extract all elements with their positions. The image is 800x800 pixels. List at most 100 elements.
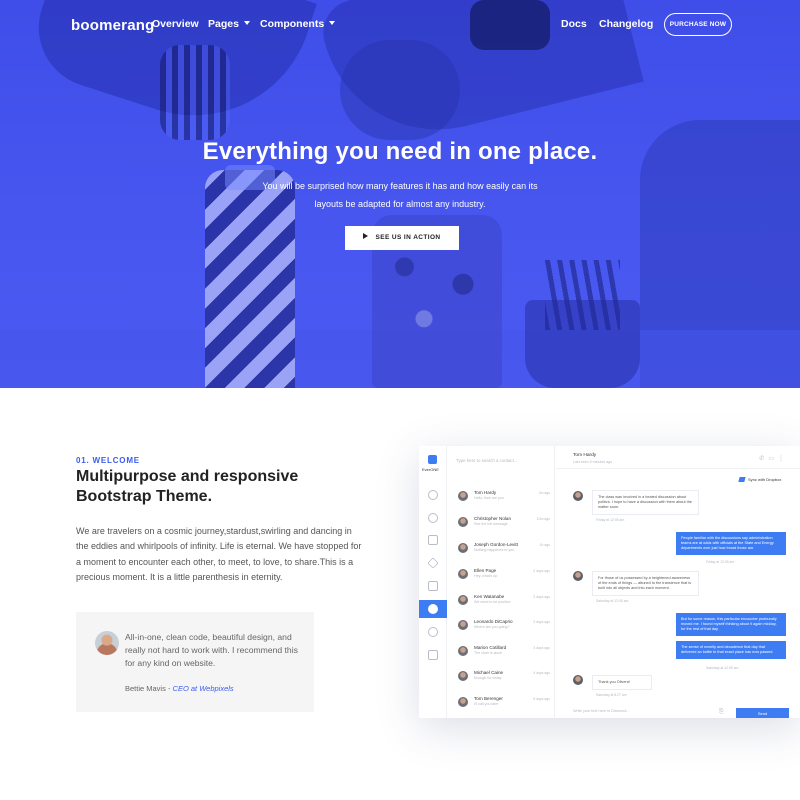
lock-icon[interactable] — [428, 535, 438, 545]
send-button[interactable]: Send — [736, 708, 789, 718]
avatar — [458, 697, 468, 707]
testimonial-quote: All-in-one, clean code, beautiful design… — [125, 632, 298, 668]
avatar — [458, 543, 468, 553]
contact-time: 2 days ago — [533, 595, 550, 599]
purchase-now-button[interactable]: PURCHASE NOW — [664, 13, 732, 36]
testimonial-author: Bettie Mavis - CEO at Webpixels — [125, 684, 234, 693]
attachment-icon[interactable]: ⎘ — [719, 709, 724, 716]
home-icon[interactable] — [428, 490, 438, 500]
contact-name: Tom Berenger — [474, 696, 503, 701]
contact-time: 2 days ago — [533, 569, 550, 573]
contact-name: Marion Cotillard — [474, 645, 507, 650]
contact-name: Ken Watanabe — [474, 594, 505, 599]
message-incoming: The class was involved in a heated discu… — [592, 490, 699, 515]
avatar — [458, 620, 468, 630]
hero-subtitle-line: layouts be adapted for almost any indust… — [314, 199, 486, 209]
nav-overview[interactable]: Overview — [152, 18, 199, 30]
contact-time: 1h ago — [539, 543, 550, 547]
contact-name: Christopher Nolan — [474, 516, 512, 521]
hero-photo-fist-bump — [340, 40, 460, 140]
list-item[interactable]: Joseph Gordon-Levitt Nothing happened to … — [456, 540, 552, 560]
cta-label: SEE US IN ACTION — [375, 234, 441, 241]
message-outgoing: But for some reason, this particular enc… — [676, 613, 786, 636]
contact-preview: Where are you going? — [474, 625, 510, 629]
message-incoming: Thank you Olivera! — [592, 675, 652, 690]
avatar — [458, 595, 468, 605]
contact-search-input[interactable]: Type here to search a contact... — [456, 458, 518, 463]
list-item[interactable]: Christopher Nolan See the full message 10m… — [456, 514, 552, 534]
hero-title: Everything you need in one place. — [202, 138, 598, 165]
avatar — [573, 675, 583, 685]
brand-icon — [428, 455, 437, 464]
avatar — [458, 517, 468, 527]
message-input[interactable]: Write your text here in Diamond... — [573, 709, 629, 713]
avatar — [95, 631, 119, 655]
message-time: Saturday at 12:05 am — [596, 599, 629, 603]
list-item[interactable]: Leonardo DiCaprio Where are you going? 2 d… — [456, 617, 552, 637]
section-eyebrow: 01. WELCOME — [76, 456, 140, 465]
list-item[interactable]: Ellen Page Hey, what's up 2 days ago — [456, 566, 552, 586]
section-title: Multipurpose and responsive Bootstrap Th… — [76, 468, 299, 505]
phone-icon[interactable]: ✆ — [759, 456, 768, 462]
avatar — [458, 491, 468, 501]
contact-name: Michael Caine — [474, 670, 504, 675]
avatar — [573, 571, 583, 581]
calendar-icon[interactable] — [428, 581, 438, 591]
chat-icon — [428, 604, 438, 614]
nav-pages-label: Pages — [208, 18, 239, 30]
avatar — [458, 569, 468, 579]
nav-docs[interactable]: Docs — [561, 18, 587, 30]
more-icon[interactable]: ⋮ — [778, 456, 788, 462]
contact-name: Joseph Gordon-Levitt — [474, 542, 518, 547]
contact-time: 5 days ago — [533, 697, 550, 701]
avatar — [458, 646, 468, 656]
author-separator: - — [165, 684, 173, 693]
video-icon[interactable]: ▭ — [768, 456, 778, 462]
dropbox-icon — [738, 477, 746, 482]
contact-time: 3 days ago — [533, 646, 550, 650]
play-icon — [363, 233, 369, 239]
section-body: We are travelers on a cosmic journey,sta… — [76, 526, 362, 582]
message-outgoing: The sense of novelty and decadence that … — [676, 641, 786, 659]
list-item[interactable]: Tom Hardy Hello, how are you 2m ago — [456, 488, 552, 508]
message-incoming: For those of us possessed by a heightene… — [592, 571, 699, 596]
author-role-link[interactable]: CEO at Webpixels — [173, 684, 234, 693]
contact-name: Ellen Page — [474, 568, 497, 573]
chat-panel: Tom Hardy Last seen 5 minutes ago ✆▭⋮ Sy… — [556, 446, 800, 718]
contact-preview: See the full message — [474, 522, 508, 526]
sync-dropbox-button[interactable]: Sync with Dropbox — [738, 477, 782, 482]
hero-subtitle: You will be surprised how many features … — [250, 177, 550, 213]
chat-nav-active[interactable] — [419, 600, 447, 618]
settings-icon[interactable] — [428, 513, 438, 523]
star-icon[interactable] — [427, 557, 439, 569]
list-item[interactable]: Michael Caine Enough for today 4 days ago — [456, 668, 552, 688]
download-icon[interactable] — [428, 650, 438, 660]
chat-header-name: Tom Hardy — [573, 453, 597, 458]
hero-photo-bracelets — [160, 45, 230, 140]
list-item[interactable]: Marion Cotillard The chair is stuck 3 days… — [456, 643, 552, 663]
nav-components[interactable]: Components — [260, 18, 336, 30]
contact-time: 2 days ago — [533, 620, 550, 624]
see-us-in-action-button[interactable]: SEE US IN ACTION — [345, 226, 459, 250]
message-time: Friday at 12:05 am — [596, 518, 625, 522]
contact-preview: I'll call you later — [474, 702, 499, 706]
contact-preview: Hey, what's up — [474, 574, 498, 578]
chart-icon[interactable] — [428, 627, 438, 637]
mockup-sidebar: EverONE — [419, 446, 447, 718]
message-time: Saturday at 12:05 am — [706, 666, 739, 670]
list-item[interactable]: Tom Berenger I'll call you later 5 days ag… — [456, 694, 552, 714]
sync-dropbox-label: Sync with Dropbox — [748, 477, 782, 482]
mockup-brand: EverONE — [422, 467, 439, 472]
nav-pages[interactable]: Pages — [208, 18, 250, 30]
list-item[interactable]: Ken Watanabe We need to be positive 2 days… — [456, 592, 552, 612]
contact-preview: Hello, how are you — [474, 496, 504, 500]
contact-time: 4 days ago — [533, 671, 550, 675]
author-name: Bettie Mavis — [125, 684, 166, 693]
chat-header-status: Last seen 5 minutes ago — [573, 460, 613, 464]
hero-photo-cup — [525, 300, 640, 388]
hero-subtitle-line: You will be surprised how many features … — [262, 181, 538, 191]
brand-logo[interactable]: boomerang — [71, 17, 154, 34]
message-time: Saturday at 8:27 am — [596, 693, 627, 697]
contact-time: 10m ago — [536, 517, 550, 521]
nav-changelog[interactable]: Changelog — [599, 18, 653, 30]
